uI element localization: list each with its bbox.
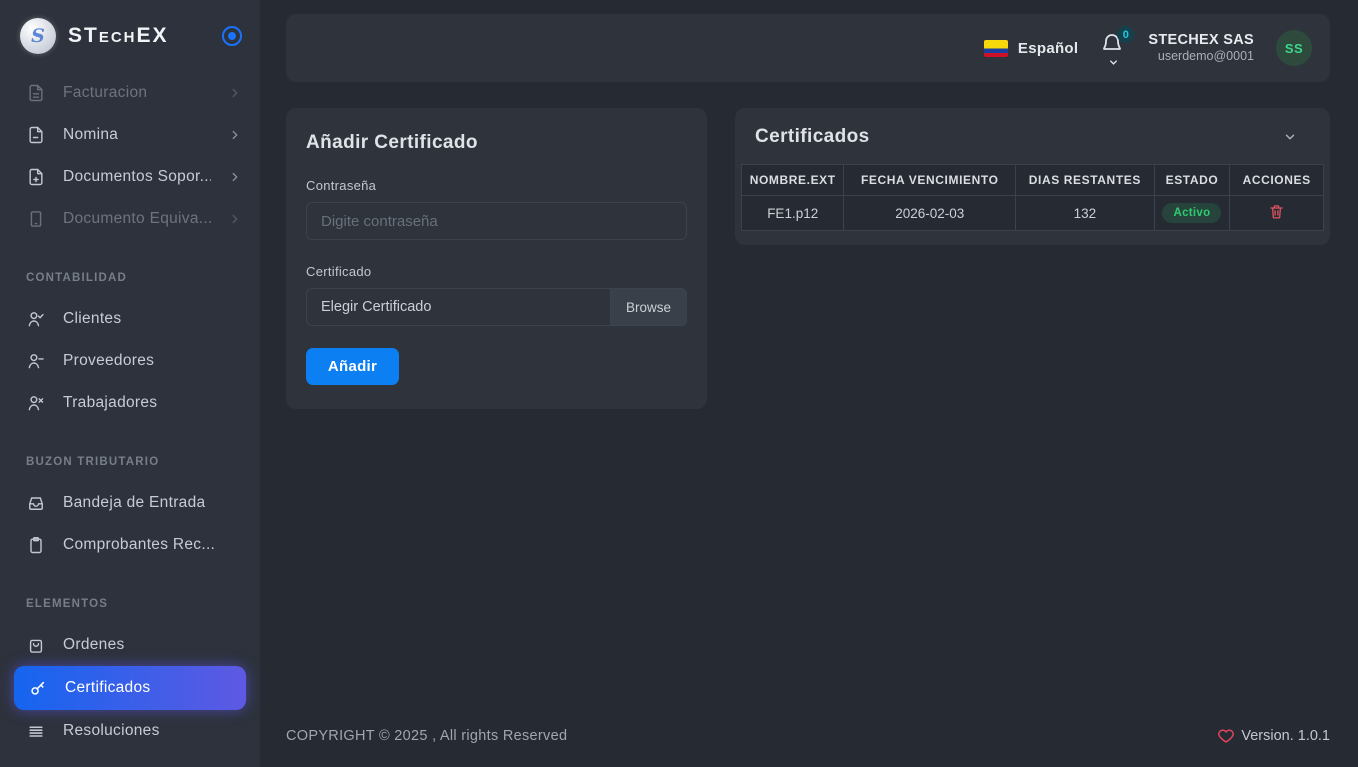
sidebar-item-label: Proveedores xyxy=(63,352,242,370)
chevron-right-icon xyxy=(228,128,242,142)
user-check-icon xyxy=(26,309,46,329)
certificates-card: Certificados NOMBRE.EXT FECHA VENCIMIENT… xyxy=(735,108,1330,245)
col-fecha-vencimiento: FECHA VENCIMIENTO xyxy=(844,165,1016,196)
sidebar-item-resoluciones[interactable]: Resoluciones xyxy=(0,710,260,752)
sidebar-item-label: Bandeja de Entrada xyxy=(63,494,242,512)
device-icon xyxy=(26,209,46,229)
brand-name: STechEX xyxy=(68,24,210,48)
sidebar-nav: Facturacion Nomina Documentos Sopor... D… xyxy=(0,72,260,767)
sidebar: S STechEX Facturacion Nomina Documentos … xyxy=(0,0,260,767)
cell-actions xyxy=(1230,196,1324,231)
main-content: Español 0 STECHEX SAS userdemo@0001 SS A… xyxy=(260,0,1358,767)
trash-icon xyxy=(1268,203,1285,220)
heart-icon xyxy=(1217,727,1235,745)
sidebar-item-label: Certificados xyxy=(65,679,234,697)
certificate-label: Certificado xyxy=(306,264,687,279)
col-estado: ESTADO xyxy=(1154,165,1230,196)
brand: S STechEX xyxy=(0,0,260,72)
sidebar-item-label: Facturacion xyxy=(63,84,211,102)
add-certificate-title: Añadir Certificado xyxy=(306,132,687,154)
sidebar-item-label: Clientes xyxy=(63,310,242,328)
sidebar-item-comprobantes-recibidos[interactable]: Comprobantes Rec... xyxy=(0,524,260,566)
user-x-icon xyxy=(26,393,46,413)
file-plus-icon xyxy=(26,167,46,187)
add-certificate-card: Añadir Certificado Contraseña Certificad… xyxy=(286,108,707,409)
file-minus-icon xyxy=(26,125,46,145)
certificates-title: Certificados xyxy=(755,126,870,148)
caret-down-icon xyxy=(1108,57,1119,68)
status-badge: Activo xyxy=(1162,203,1221,223)
sidebar-item-bandeja-de-entrada[interactable]: Bandeja de Entrada xyxy=(0,482,260,524)
add-button[interactable]: Añadir xyxy=(306,348,399,385)
sidebar-item-label: Ordenes xyxy=(63,636,242,654)
cell-name: FE1.p12 xyxy=(742,196,844,231)
language-selector[interactable]: Español xyxy=(984,40,1078,57)
sidebar-item-documentos-soporte[interactable]: Documentos Sopor... xyxy=(0,156,260,198)
version-info: Version. 1.0.1 xyxy=(1217,727,1330,745)
table-row: FE1.p12 2026-02-03 132 Activo xyxy=(742,196,1324,231)
chevron-right-icon xyxy=(228,212,242,226)
list-lines-icon xyxy=(26,721,46,741)
brand-logo-letter: S xyxy=(31,25,45,47)
col-acciones: ACCIONES xyxy=(1230,165,1324,196)
certificate-file-input[interactable]: Elegir Certificado Browse xyxy=(306,288,687,326)
language-label: Español xyxy=(1018,40,1078,57)
sidebar-item-proveedores[interactable]: Proveedores xyxy=(0,340,260,382)
user-name: STECHEX SAS xyxy=(1148,31,1254,49)
notifications-button[interactable]: 0 xyxy=(1100,32,1126,64)
sidebar-item-facturacion[interactable]: Facturacion xyxy=(0,72,260,114)
col-nombre-ext: NOMBRE.EXT xyxy=(742,165,844,196)
chevron-right-icon xyxy=(228,170,242,184)
sidebar-item-label: Documentos Sopor... xyxy=(63,168,211,186)
key-icon xyxy=(28,678,48,698)
sidebar-toggle-icon[interactable] xyxy=(222,26,242,46)
sidebar-item-certificados[interactable]: Certificados xyxy=(14,666,246,710)
user-minus-icon xyxy=(26,351,46,371)
certificates-card-header: Certificados xyxy=(741,126,1324,148)
file-lines-icon xyxy=(26,83,46,103)
sidebar-item-label: Documento Equiva... xyxy=(63,210,211,228)
password-label: Contraseña xyxy=(306,178,687,193)
sidebar-section-elementos: ELEMENTOS xyxy=(0,598,260,610)
sidebar-item-label: Nomina xyxy=(63,126,211,144)
user-menu[interactable]: STECHEX SAS userdemo@0001 xyxy=(1148,31,1254,65)
sidebar-item-label: Trabajadores xyxy=(63,394,242,412)
password-input[interactable] xyxy=(306,202,687,240)
sidebar-section-buzon-tributario: BUZON TRIBUTARIO xyxy=(0,456,260,468)
sidebar-item-label: Comprobantes Rec... xyxy=(63,536,242,554)
topbar: Español 0 STECHEX SAS userdemo@0001 SS xyxy=(286,14,1330,82)
user-id: userdemo@0001 xyxy=(1148,49,1254,65)
delete-button[interactable] xyxy=(1268,203,1285,220)
avatar[interactable]: SS xyxy=(1276,30,1312,66)
inbox-icon xyxy=(26,493,46,513)
browse-button[interactable]: Browse xyxy=(610,289,686,325)
collapse-chevron-icon[interactable] xyxy=(1283,130,1297,144)
file-placeholder: Elegir Certificado xyxy=(307,289,610,325)
sidebar-item-ordenes[interactable]: Ordenes xyxy=(0,624,260,666)
cell-status: Activo xyxy=(1154,196,1230,231)
colombia-flag-icon xyxy=(984,40,1008,57)
copyright-text: COPYRIGHT © 2025 , All rights Reserved xyxy=(286,728,567,744)
sidebar-item-nomina[interactable]: Nomina xyxy=(0,114,260,156)
notification-count-badge: 0 xyxy=(1117,26,1134,43)
version-text: Version. 1.0.1 xyxy=(1241,728,1330,744)
brand-logo-icon: S xyxy=(20,18,56,54)
sidebar-item-trabajadores[interactable]: Trabajadores xyxy=(0,382,260,424)
shopping-bag-icon xyxy=(26,635,46,655)
cell-expiry: 2026-02-03 xyxy=(844,196,1016,231)
sidebar-item-documento-equivalente[interactable]: Documento Equiva... xyxy=(0,198,260,240)
sidebar-section-contabilidad: CONTABILIDAD xyxy=(0,272,260,284)
table-header-row: NOMBRE.EXT FECHA VENCIMIENTO DIAS RESTAN… xyxy=(742,165,1324,196)
chevron-right-icon xyxy=(228,86,242,100)
sidebar-item-clientes[interactable]: Clientes xyxy=(0,298,260,340)
footer: COPYRIGHT © 2025 , All rights Reserved V… xyxy=(286,711,1330,767)
cell-days-left: 132 xyxy=(1016,196,1155,231)
sidebar-item-label: Resoluciones xyxy=(63,722,242,740)
col-dias-restantes: DIAS RESTANTES xyxy=(1016,165,1155,196)
content-row: Añadir Certificado Contraseña Certificad… xyxy=(286,108,1330,409)
clipboard-icon xyxy=(26,535,46,555)
certificates-table: NOMBRE.EXT FECHA VENCIMIENTO DIAS RESTAN… xyxy=(741,164,1324,231)
